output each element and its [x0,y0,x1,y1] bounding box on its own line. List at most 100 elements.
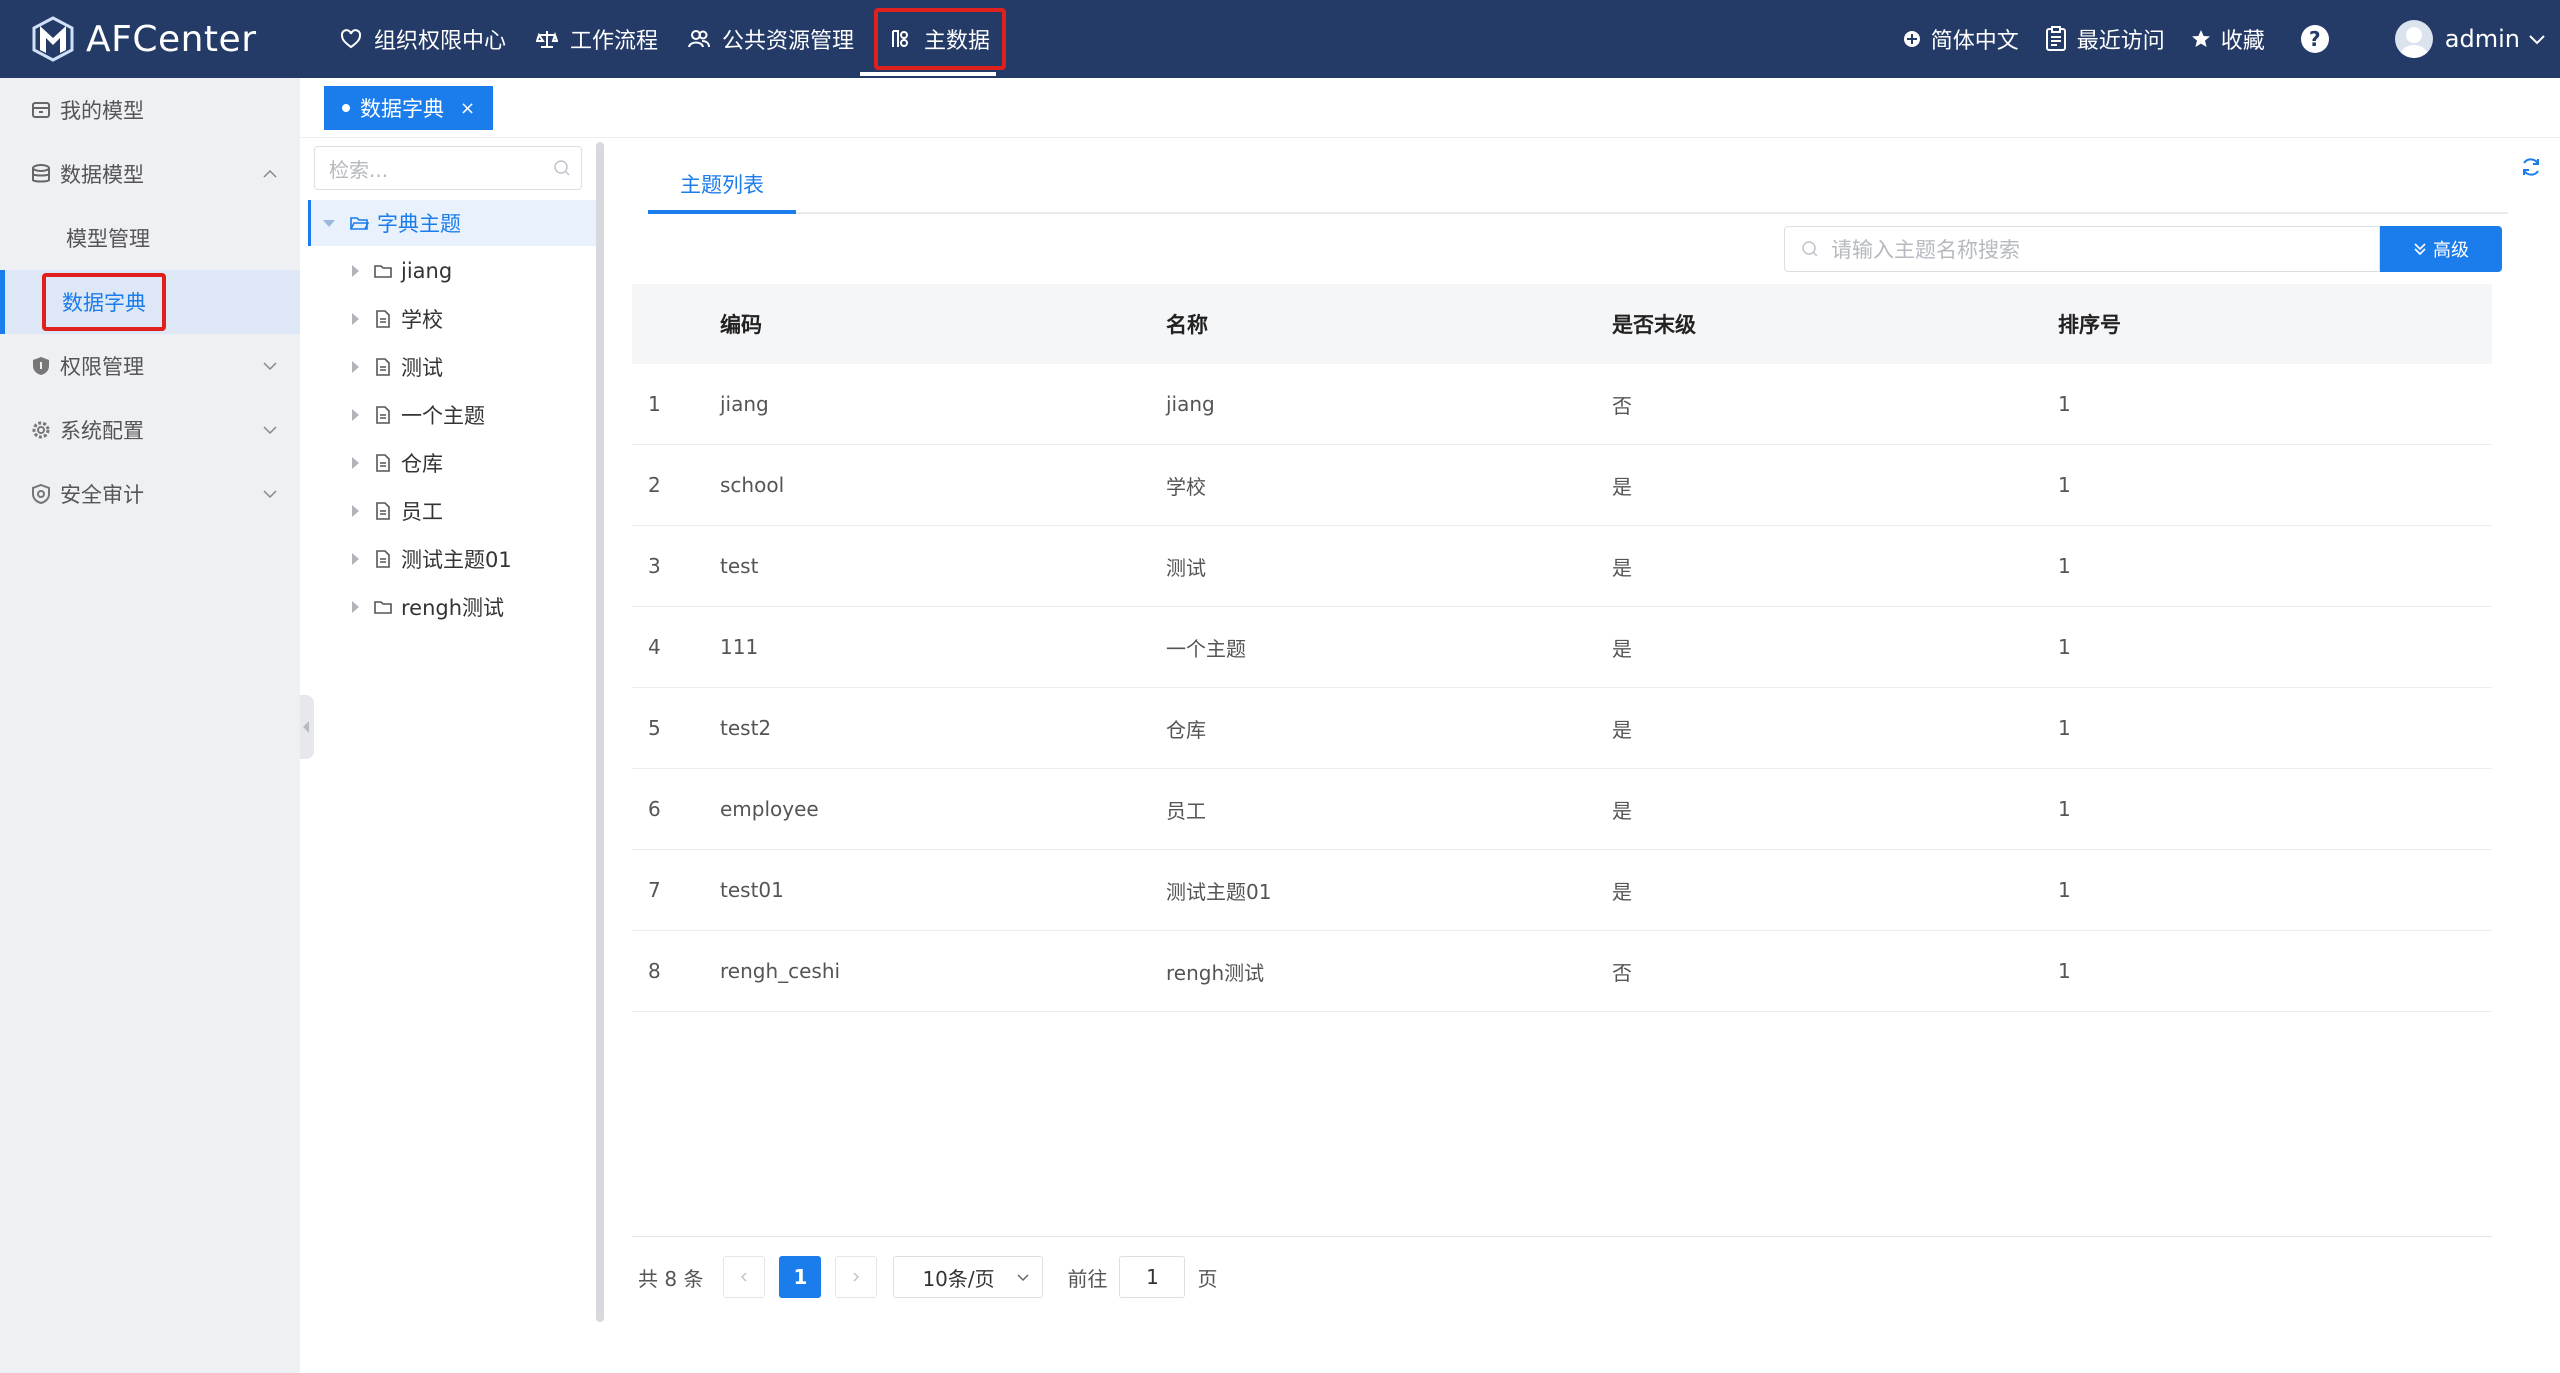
tag-bar: 数据字典 × [300,78,2560,138]
expand-caret-icon[interactable] [352,361,359,373]
sidebar-item-my-models[interactable]: 我的模型 [0,78,300,142]
tree-node-label: 字典主题 [377,212,461,236]
star-icon [2191,30,2210,47]
tree-node[interactable]: 员工 [308,488,604,534]
goto-page-input[interactable]: 1 [1119,1256,1186,1298]
next-page-button[interactable] [835,1256,878,1298]
sidebar-item-model-management[interactable]: 模型管理 [0,206,300,270]
expand-caret-icon[interactable] [352,505,359,517]
tree-node-label: 测试 [401,356,443,380]
nav-public-resources[interactable]: 公共资源管理 [674,11,868,67]
cell-order: 1 [2058,959,2071,983]
sidebar-item-system-config[interactable]: 系统配置 [0,398,300,462]
sidebar-item-data-dictionary[interactable]: 数据字典 [0,270,300,334]
avatar[interactable] [2394,20,2433,58]
pagination: 共 8 条 1 10条/页 前往 1 页 [638,1256,1217,1298]
search-icon [554,160,570,176]
table-row[interactable]: 4 111 一个主题 是 1 [632,607,2492,688]
expand-caret-icon[interactable] [352,553,359,565]
language-label: 简体中文 [1930,29,2019,54]
brand-logo[interactable]: AFCenter [32,14,257,64]
chevron-right-icon [853,1272,860,1282]
cell-code: test [720,554,759,578]
page-size-select[interactable]: 10条/页 [893,1256,1044,1298]
sidebar-item-label: 数据字典 [42,273,166,331]
tree-node[interactable]: 仓库 [308,440,604,486]
table-row[interactable]: 3 test 测试 是 1 [632,526,2492,607]
cell-code: employee [720,797,819,821]
tree-scrollbar[interactable] [596,142,604,1322]
expand-caret-icon[interactable] [352,409,359,421]
cell-is-leaf: 否 [1612,960,1632,985]
active-dot [342,104,350,112]
nav-master-data[interactable]: 主数据 [874,8,1007,70]
expand-caret-icon[interactable] [352,457,359,469]
file-icon [376,358,390,376]
heart-shield-icon [340,29,362,49]
sidebar-item-security-audit[interactable]: 安全审计 [0,462,300,526]
tab-topic-list[interactable]: 主题列表 [648,158,796,214]
file-icon [376,406,390,424]
cell-order: 1 [2058,392,2071,416]
expand-caret-icon[interactable] [352,601,359,613]
prev-page-button[interactable] [723,1256,766,1298]
table-row[interactable]: 8 rengh_ceshi rengh测试 否 1 [632,931,2492,1012]
topic-search-input[interactable]: 请输入主题名称搜索 [1784,226,2380,272]
favorites[interactable]: 收藏 [2191,23,2265,55]
advanced-search-button[interactable]: 高级 [2380,226,2502,272]
cell-order: 1 [2058,797,2071,821]
column-header-code[interactable]: 编码 [720,284,762,364]
table-row[interactable]: 1 jiang jiang 否 1 [632,364,2492,445]
column-header-name[interactable]: 名称 [1166,284,1208,364]
chevron-down-icon[interactable] [2528,30,2546,48]
tree-root-node[interactable]: 字典主题 [308,200,604,246]
tab-data-dictionary[interactable]: 数据字典 × [324,86,494,130]
sidebar-collapse-handle[interactable] [300,695,314,759]
tree-node[interactable]: jiang [308,248,604,294]
sidebar-item-label: 数据模型 [60,163,144,187]
cell-code: test2 [720,716,772,740]
tree-search-input[interactable]: 检索... [314,146,582,190]
recent-visits[interactable]: 最近访问 [2045,23,2165,55]
language-switch[interactable]: 简体中文 [1903,23,2019,55]
refresh-icon[interactable] [2520,156,2542,178]
user-name[interactable]: admin [2445,25,2520,53]
expand-caret-icon[interactable] [352,265,359,277]
expand-caret-icon[interactable] [323,219,335,227]
tree-node[interactable]: 学校 [308,296,604,342]
cell-is-leaf: 是 [1612,474,1632,499]
sidebar-item-data-models[interactable]: 数据模型 [0,142,300,206]
sidebar-item-label: 安全审计 [60,483,144,507]
nav-label: 主数据 [924,29,991,54]
chevron-up-icon [263,169,277,178]
cell-is-leaf: 是 [1612,636,1632,661]
cell-code: school [720,473,785,497]
cell-name: 测试 [1166,555,1206,580]
sidebar-item-permission-management[interactable]: 权限管理 [0,334,300,398]
table-row[interactable]: 7 test01 测试主题01 是 1 [632,850,2492,931]
chevron-down-icon [263,362,277,371]
close-icon[interactable]: × [460,98,475,119]
cell-name: 仓库 [1166,717,1206,742]
tree-node[interactable]: 一个主题 [308,392,604,438]
cell-is-leaf: 是 [1612,879,1632,904]
help-icon[interactable]: ? [2300,25,2329,53]
table-row[interactable]: 2 school 学校 是 1 [632,445,2492,526]
column-header-order[interactable]: 排序号 [2058,284,2121,364]
column-header-is-leaf[interactable]: 是否末级 [1612,284,1696,364]
expand-caret-icon[interactable] [352,313,359,325]
cell-is-leaf: 是 [1612,717,1632,742]
page-number-button[interactable]: 1 [779,1256,822,1298]
pager-divider [632,1236,2492,1237]
tree-node[interactable]: 测试 [308,344,604,390]
cell-is-leaf: 是 [1612,555,1632,580]
table-row[interactable]: 5 test2 仓库 是 1 [632,688,2492,769]
goto-suffix: 页 [1197,1266,1218,1291]
main-content: 主题列表 请输入主题名称搜索 高级 编码 名称 是否末级 排序号 1 jiang… [610,138,2560,1373]
tree-node[interactable]: 测试主题01 [308,536,604,582]
table-row[interactable]: 6 employee 员工 是 1 [632,769,2492,850]
nav-org-permission[interactable]: 组织权限中心 [326,11,520,67]
brand-name: AFCenter [86,18,257,60]
nav-workflow[interactable]: 工作流程 [522,11,672,67]
tree-node[interactable]: rengh测试 [308,584,604,630]
